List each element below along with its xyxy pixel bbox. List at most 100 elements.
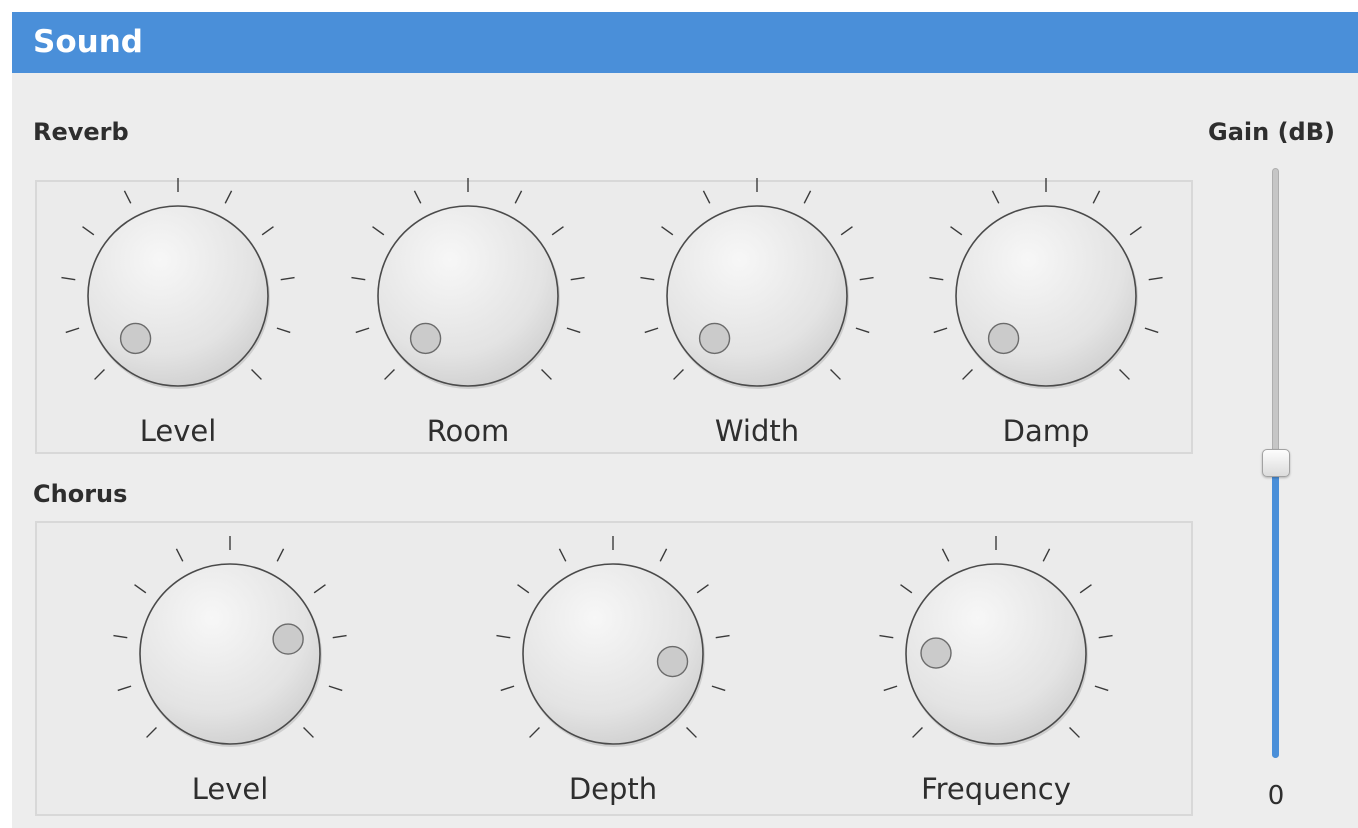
knob-tick <box>276 327 291 334</box>
knob-tick <box>1119 369 1130 380</box>
knob-tick <box>134 584 147 594</box>
knob-tick <box>351 276 366 281</box>
gain-slider-handle[interactable] <box>1262 449 1290 477</box>
knob-tick <box>1098 634 1113 639</box>
chorus-depth-label: Depth <box>568 772 658 806</box>
knob-graphic <box>879 536 1113 747</box>
knob-graphic <box>929 178 1163 389</box>
knob-tick <box>929 276 944 281</box>
knob-tick <box>94 369 105 380</box>
knob-tick <box>702 190 711 204</box>
knob-indicator <box>698 322 731 355</box>
reverb-level-label: Level <box>139 414 217 448</box>
knob-tick <box>541 369 552 380</box>
knob-tick <box>900 584 913 594</box>
knob-tick <box>840 226 853 236</box>
knob-indicator <box>409 322 442 355</box>
knob-tick <box>991 190 1000 204</box>
knob-tick <box>859 276 874 281</box>
knob-tick <box>224 190 233 204</box>
knob-tick <box>644 327 659 334</box>
knob-tick <box>1042 548 1051 562</box>
knob-tick <box>673 369 684 380</box>
gain-label: Gain (dB) <box>1208 118 1335 146</box>
knob-graphic <box>640 178 874 389</box>
title-bar <box>12 12 1358 73</box>
knob-tick <box>962 369 973 380</box>
knob-tick <box>372 226 385 236</box>
reverb-room-knob[interactable] <box>350 178 586 414</box>
knob-indicator <box>920 637 952 669</box>
knob-body <box>87 205 269 387</box>
knob-tick <box>117 685 132 692</box>
knob-indicator <box>656 645 689 678</box>
knob-indicator <box>272 623 304 655</box>
knob-tick <box>313 584 326 594</box>
knob-tick <box>303 727 314 738</box>
reverb-damp-knob[interactable] <box>928 178 1164 414</box>
knob-tick <box>82 226 95 236</box>
knob-tick <box>261 226 274 236</box>
knob-body <box>377 205 559 387</box>
knob-tick <box>328 685 343 692</box>
knob-tick <box>1094 685 1109 692</box>
knob-tick <box>661 226 674 236</box>
knob-tick <box>146 727 157 738</box>
reverb-level-knob[interactable] <box>60 178 296 414</box>
chorus-frequency-knob[interactable] <box>878 536 1114 772</box>
knob-tick <box>1069 727 1080 738</box>
knob-tick <box>1129 226 1142 236</box>
knob-tick <box>500 685 515 692</box>
knob-tick <box>855 327 870 334</box>
reverb-section-label: Reverb <box>33 118 129 146</box>
knob-tick <box>496 634 511 639</box>
reverb-room-label: Room <box>426 414 510 448</box>
window-title: Sound <box>33 24 143 60</box>
knob-tick <box>551 226 564 236</box>
chorus-level-knob[interactable] <box>112 536 348 772</box>
knob-tick <box>570 276 585 281</box>
knob-tick <box>276 548 285 562</box>
reverb-width-knob[interactable] <box>639 178 875 414</box>
knob-tick <box>384 369 395 380</box>
knob-tick <box>1148 276 1163 281</box>
knob-tick <box>61 276 76 281</box>
knob-tick <box>355 327 370 334</box>
knob-tick <box>558 548 567 562</box>
knob-tick <box>175 548 184 562</box>
knob-tick <box>413 190 422 204</box>
knob-tick <box>803 190 812 204</box>
knob-tick <box>883 685 898 692</box>
knob-body <box>139 563 321 745</box>
knob-graphic <box>496 536 730 747</box>
knob-graphic <box>351 178 585 389</box>
knob-tick <box>950 226 963 236</box>
knob-tick <box>517 584 530 594</box>
gain-slider-fill <box>1272 463 1279 758</box>
knob-tick <box>123 190 132 204</box>
knob-tick <box>332 634 347 639</box>
knob-tick <box>113 634 128 639</box>
knob-tick <box>1144 327 1159 334</box>
knob-indicator <box>119 322 152 355</box>
chorus-section-label: Chorus <box>33 480 128 508</box>
knob-tick <box>251 369 262 380</box>
knob-tick <box>659 548 668 562</box>
knob-tick <box>696 584 709 594</box>
knob-graphic <box>113 536 347 747</box>
reverb-damp-label: Damp <box>1002 414 1090 448</box>
chorus-depth-knob[interactable] <box>495 536 731 772</box>
reverb-width-label: Width <box>714 414 800 448</box>
knob-tick <box>941 548 950 562</box>
knob-tick <box>830 369 841 380</box>
knob-body <box>666 205 848 387</box>
knob-tick <box>711 685 726 692</box>
knob-tick <box>65 327 80 334</box>
chorus-frequency-label: Frequency <box>921 772 1071 806</box>
knob-body <box>955 205 1137 387</box>
knob-tick <box>912 727 923 738</box>
gain-value: 0 <box>1267 781 1285 811</box>
knob-tick <box>529 727 540 738</box>
knob-tick <box>640 276 655 281</box>
knob-tick <box>686 727 697 738</box>
